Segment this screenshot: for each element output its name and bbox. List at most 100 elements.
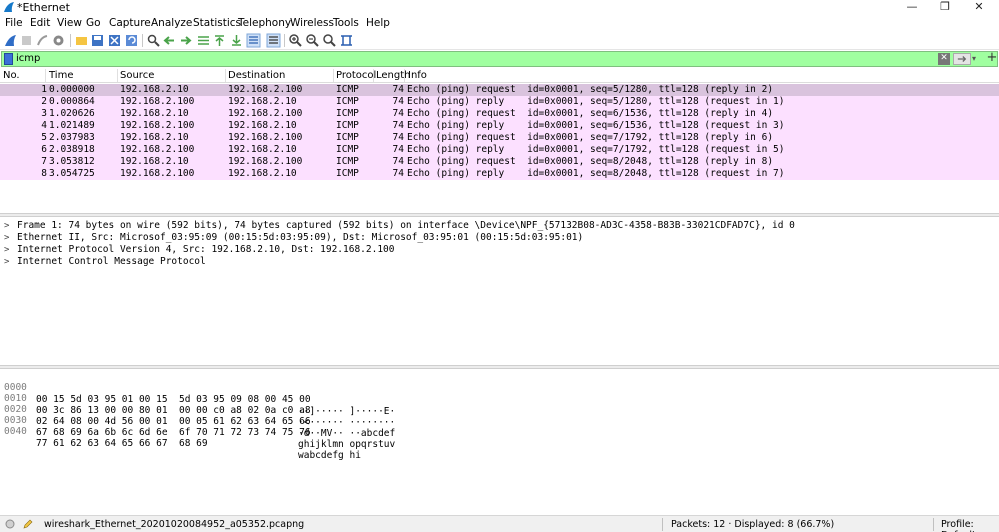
column-separator[interactable] [117, 69, 118, 82]
menu-go[interactable]: Go [86, 17, 101, 29]
add-filter-button[interactable]: + [986, 51, 998, 65]
menu-view[interactable]: View [57, 17, 82, 29]
menu-file[interactable]: File [5, 17, 23, 29]
expand-chevron-icon[interactable]: > [4, 220, 9, 232]
autoscroll-icon[interactable] [246, 33, 261, 48]
detail-tree-item[interactable]: > Internet Protocol Version 4, Src: 192.… [0, 244, 999, 256]
packet-length: 74 [392, 108, 404, 119]
packet-row[interactable]: 5 2.037983 192.168.2.10 192.168.2.100 IC… [0, 132, 999, 144]
menu-analyze[interactable]: Analyze [151, 17, 192, 29]
filter-dropdown-icon[interactable]: ▾ [972, 53, 980, 65]
column-separator[interactable] [373, 69, 374, 82]
packet-number: 6 [41, 144, 47, 155]
display-filter-input[interactable] [16, 52, 916, 66]
detail-ethernet: Ethernet II, Src: Microsof_03:95:09 (00:… [17, 232, 584, 243]
toolbar-separator [284, 34, 285, 47]
packet-number: 1 [41, 84, 47, 95]
column-protocol[interactable]: Protocol [336, 70, 376, 83]
open-file-icon[interactable] [74, 33, 89, 48]
profile-status[interactable]: Profile: Default [941, 519, 999, 532]
go-back-icon[interactable] [162, 33, 177, 48]
close-button[interactable]: ✕ [964, 0, 994, 14]
expand-chevron-icon[interactable]: > [4, 232, 9, 244]
edit-comment-icon[interactable] [23, 519, 33, 529]
packet-row[interactable]: 4 1.021489 192.168.2.100 192.168.2.10 IC… [0, 120, 999, 132]
reload-file-icon[interactable] [124, 33, 139, 48]
go-first-packet-icon[interactable] [212, 33, 227, 48]
packet-row[interactable]: → 1 0.000000 192.168.2.10 192.168.2.100 … [0, 84, 999, 105]
column-separator[interactable] [45, 69, 46, 82]
packet-length: 74 [392, 120, 404, 131]
column-no[interactable]: No. [3, 70, 20, 83]
menu-help[interactable]: Help [366, 17, 390, 29]
colorize-icon[interactable] [266, 33, 281, 48]
bytes-row[interactable]: 0040 77 61 62 63 64 65 66 67 68 69 wabcd… [0, 414, 361, 461]
go-forward-icon[interactable] [178, 33, 193, 48]
column-separator[interactable] [225, 69, 226, 82]
packet-source: 192.168.2.100 [120, 120, 195, 131]
packet-row[interactable]: 7 3.053812 192.168.2.10 192.168.2.100 IC… [0, 156, 999, 168]
menu-capture[interactable]: Capture [109, 17, 151, 29]
pane-splitter[interactable] [0, 213, 999, 217]
packet-destination: 192.168.2.100 [228, 156, 303, 167]
menu-edit[interactable]: Edit [30, 17, 50, 29]
column-separator[interactable] [404, 69, 405, 82]
detail-tree-item[interactable]: > Ethernet II, Src: Microsof_03:95:09 (0… [0, 232, 999, 244]
apply-filter-icon[interactable] [953, 53, 971, 65]
menu-telephony[interactable]: Telephony [238, 17, 291, 29]
packet-row[interactable]: ← 2 0.000864 192.168.2.100 192.168.2.10 … [0, 96, 999, 117]
detail-tree-item[interactable]: > Internet Control Message Protocol [0, 256, 999, 268]
packet-source: 192.168.2.100 [120, 96, 195, 107]
stop-capture-icon[interactable] [19, 33, 34, 48]
capture-status-icon [5, 519, 15, 529]
detail-tree-item[interactable]: > Frame 1: 74 bytes on wire (592 bits), … [0, 220, 999, 232]
menu-statistics[interactable]: Statistics [193, 17, 241, 29]
packet-info: Echo (ping) reply id=0x0001, seq=6/1536,… [407, 120, 785, 131]
go-last-packet-icon[interactable] [229, 33, 244, 48]
packet-info: Echo (ping) reply id=0x0001, seq=8/2048,… [407, 168, 785, 179]
go-to-packet-icon[interactable] [196, 33, 211, 48]
zoom-out-icon[interactable] [305, 33, 320, 48]
start-capture-icon[interactable] [3, 33, 18, 48]
packet-row[interactable]: 6 2.038918 192.168.2.100 192.168.2.10 IC… [0, 144, 999, 156]
column-source[interactable]: Source [120, 70, 154, 83]
packet-count-status: Packets: 12 · Displayed: 8 (66.7%) [671, 519, 835, 530]
expand-chevron-icon[interactable]: > [4, 244, 9, 256]
packet-length: 74 [392, 96, 404, 107]
column-time[interactable]: Time [49, 70, 73, 83]
restart-capture-icon[interactable] [35, 33, 50, 48]
packet-time: 0.000000 [49, 84, 95, 95]
packet-time: 1.020626 [49, 108, 95, 119]
save-file-icon[interactable] [90, 33, 105, 48]
expand-chevron-icon[interactable]: > [4, 256, 9, 268]
capture-options-icon[interactable] [51, 33, 66, 48]
zoom-in-icon[interactable] [288, 33, 303, 48]
packet-info: Echo (ping) request id=0x0001, seq=8/204… [407, 156, 774, 167]
detail-icmp: Internet Control Message Protocol [17, 256, 206, 267]
find-packet-icon[interactable] [146, 33, 161, 48]
main-toolbar [0, 31, 999, 50]
maximize-button[interactable]: ❐ [930, 0, 960, 14]
close-file-icon[interactable] [107, 33, 122, 48]
resize-columns-icon[interactable] [339, 33, 354, 48]
status-separator [933, 518, 934, 531]
packet-row[interactable]: 3 1.020626 192.168.2.10 192.168.2.100 IC… [0, 108, 999, 120]
packet-row[interactable]: 8 3.054725 192.168.2.100 192.168.2.10 IC… [0, 168, 999, 180]
toolbar-separator [142, 34, 143, 47]
pane-splitter[interactable] [0, 365, 999, 369]
clear-filter-icon[interactable]: ✕ [938, 53, 950, 65]
minimize-button[interactable]: — [897, 0, 927, 14]
packet-protocol: ICMP [336, 108, 359, 119]
detail-frame: Frame 1: 74 bytes on wire (592 bits), 74… [17, 220, 795, 231]
packet-number: 5 [41, 132, 47, 143]
packet-time: 0.000864 [49, 96, 95, 107]
column-separator[interactable] [333, 69, 334, 82]
menu-tools[interactable]: Tools [333, 17, 359, 29]
column-info[interactable]: Info [408, 70, 427, 83]
packet-destination: 192.168.2.10 [228, 96, 297, 107]
column-destination[interactable]: Destination [228, 70, 285, 83]
bookmark-icon[interactable] [4, 53, 13, 65]
menu-wireless[interactable]: Wireless [290, 17, 334, 29]
column-length[interactable]: Length [376, 70, 411, 83]
normal-size-icon[interactable] [322, 33, 337, 48]
